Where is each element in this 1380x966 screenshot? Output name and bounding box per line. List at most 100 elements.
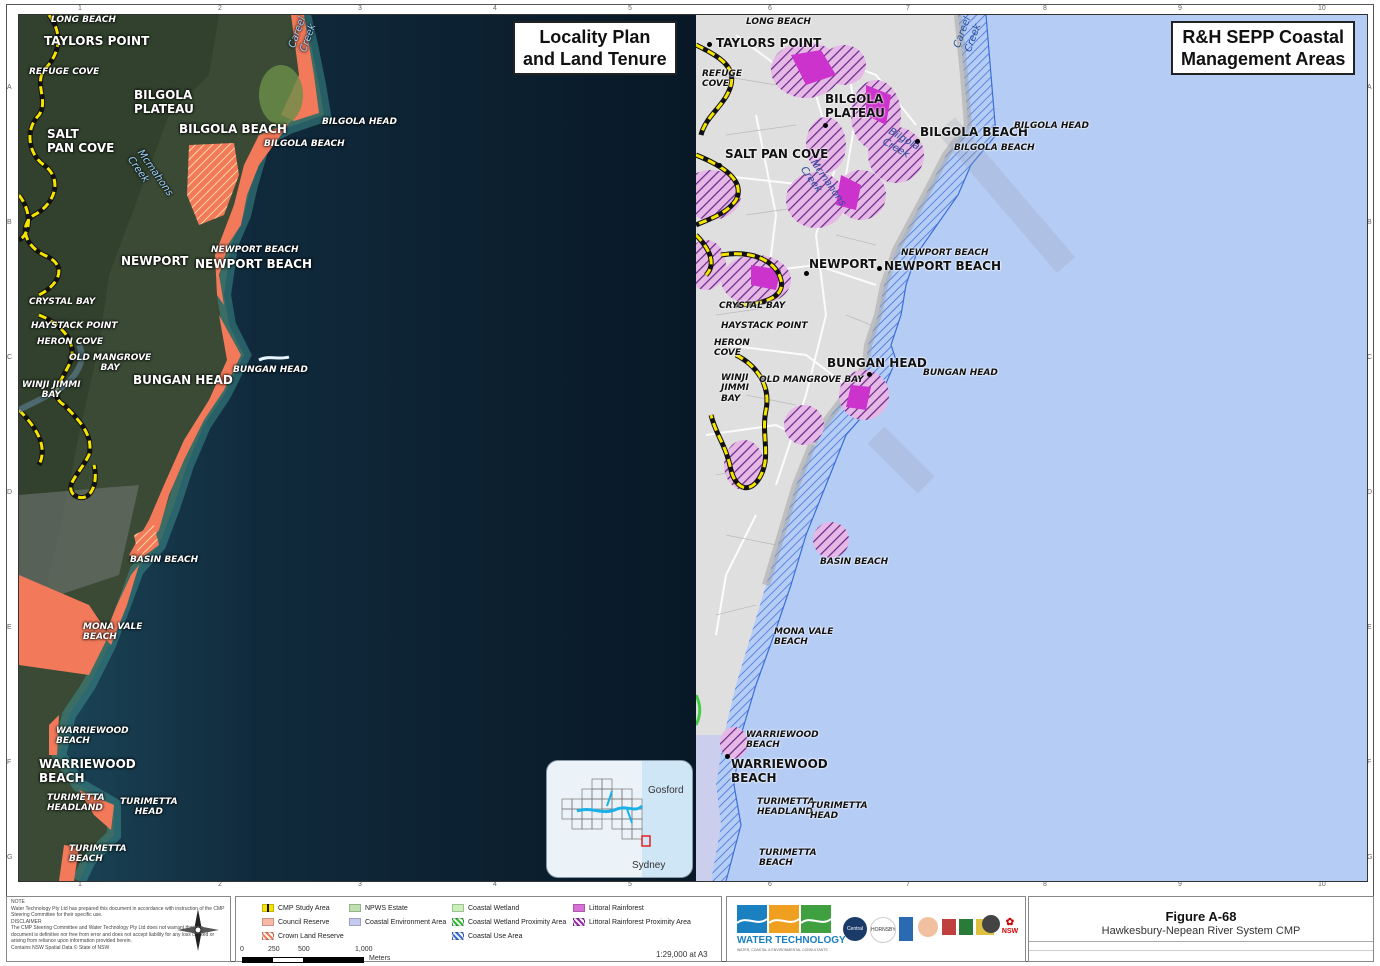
swatch-crown-land [262, 932, 274, 940]
place-dot [867, 372, 872, 377]
label-bilgola-head: BILGOLA HEAD [1014, 121, 1089, 131]
label-bilgola-beach-small: BILGOLA BEACH [954, 143, 1035, 153]
notes-box: NOTE Water Technology Pty Ltd has prepar… [6, 896, 231, 962]
label-heron-cove: HERON COVE [714, 338, 750, 359]
label-haystack-point: HAYSTACK POINT [31, 321, 118, 331]
swatch-coastal-wetland [452, 904, 464, 912]
label-turimetta-headland: TURIMETTA HEADLAND [47, 793, 105, 814]
label-bilgola-plateau: BILGOLA PLATEAU [134, 88, 194, 116]
label-warriewood-beach-small: WARRIEWOOD BEACH [56, 726, 129, 747]
legend-item-littoral: Littoral Rainforest [573, 904, 644, 912]
place-dot [823, 123, 828, 128]
label-bungan-head-small: BUNGAN HEAD [233, 365, 308, 375]
swatch-littoral-proximity [573, 918, 585, 926]
label-newport-beach-small: NEWPORT BEACH [901, 248, 989, 258]
label-bilgola-plateau: BILGOLA PLATEAU [825, 92, 885, 120]
map-area[interactable]: Locality Plan and Land Tenure LONG BEACH… [18, 14, 1368, 882]
label-bilgola-head: BILGOLA HEAD [322, 117, 397, 127]
locality-map-title: Locality Plan and Land Tenure [513, 21, 677, 75]
label-refuge-cove: REFUGE COVE [702, 69, 743, 90]
label-taylors-point: TAYLORS POINT [44, 34, 150, 48]
legend-item-study-area: CMP Study Area [262, 904, 330, 912]
partner-logo-icon [959, 919, 973, 935]
label-mona-vale-beach: MONA VALE BEACH [83, 622, 143, 643]
grid-ruler-bottom: 1 2 3 4 5 6 7 8 9 10 [78, 881, 1326, 888]
inset-label-gosford: Gosford [648, 785, 684, 796]
legend-box: CMP Study Area Council Reserve Crown Lan… [235, 896, 722, 963]
sepp-map-title: R&H SEPP Coastal Management Areas [1171, 21, 1356, 75]
locality-map-panel[interactable]: Locality Plan and Land Tenure LONG BEACH… [19, 15, 696, 881]
legend-bar: NOTE Water Technology Pty Ltd has prepar… [6, 896, 1374, 963]
label-winji-jimmi-bay: WINJI JIMMI BAY [22, 380, 81, 401]
legend-item-npws: NPWS Estate [349, 904, 408, 912]
place-dot [707, 42, 712, 47]
label-bungan-head-small: BUNGAN HEAD [923, 368, 998, 378]
label-bilgola-beach: BILGOLA BEACH [920, 125, 1028, 139]
swatch-npws [349, 904, 361, 912]
grid-ruler-right: A B C D E F G [1367, 84, 1373, 861]
label-crystal-bay: CRYSTAL BAY [29, 297, 96, 307]
label-bungan-head: BUNGAN HEAD [133, 373, 233, 387]
logos-box: WATER TECHNOLOGY WATER, COASTAL & ENVIRO… [726, 896, 1026, 962]
label-old-mangrove-bay: OLD MANGROVE BAY [69, 353, 152, 374]
label-warriewood-beach: WARRIEWOOD BEACH [731, 757, 828, 785]
legend-item-coastal-use: Coastal Use Area [452, 932, 522, 940]
label-basin-beach: BASIN BEACH [820, 557, 889, 567]
aerial-imagery [19, 15, 696, 881]
sepp-map-panel[interactable]: R&H SEPP Coastal Management Areas LONG B… [696, 15, 1367, 881]
label-crystal-bay: CRYSTAL BAY [719, 301, 786, 311]
partner-logo-icon [899, 917, 913, 941]
swatch-wetland-proximity [452, 918, 464, 926]
hornsby-logo: HORNSBY [870, 917, 896, 943]
place-dot [877, 266, 882, 271]
water-technology-name: WATER TECHNOLOGY [737, 935, 846, 946]
legend-item-council-reserve: Council Reserve [262, 918, 329, 926]
swatch-study-area [262, 904, 274, 912]
label-turimetta-beach: TURIMETTA BEACH [69, 844, 127, 865]
figure-title-box: Figure A-68 Hawkesbury-Nepean River Syst… [1028, 896, 1374, 962]
legend-item-wetland-proximity: Coastal Wetland Proximity Area [452, 918, 566, 926]
title-block-table [1029, 941, 1373, 962]
partner-logo-icon [982, 915, 1000, 933]
swatch-coastal-use [452, 932, 464, 940]
figure-title: Figure A-68 [1165, 909, 1237, 924]
label-turimetta-head: TURIMETTA HEAD [810, 801, 868, 822]
label-newport-beach: NEWPORT BEACH [884, 259, 1002, 273]
label-turimetta-beach: TURIMETTA BEACH [759, 848, 817, 869]
place-dot [717, 163, 722, 168]
label-winji-jimmi-bay: WINJI JIMMI BAY [721, 373, 749, 404]
place-dot [725, 754, 730, 759]
label-warriewood-beach-small: WARRIEWOOD BEACH [746, 730, 819, 751]
label-haystack-point: HAYSTACK POINT [721, 321, 808, 331]
legend-item-littoral-proximity: Littoral Rainforest Proximity Area [573, 918, 691, 926]
inset-label-sydney: Sydney [632, 860, 666, 871]
label-old-mangrove-bay: OLD MANGROVE BAY [759, 375, 864, 385]
swatch-council-reserve [262, 918, 274, 926]
label-long-beach: LONG BEACH [746, 17, 811, 27]
partner-logo-icon [918, 917, 938, 937]
label-heron-cove: HERON COVE [37, 337, 103, 347]
label-bilgola-beach: BILGOLA BEACH [179, 122, 287, 136]
scale-ratio: 1:29,000 at A3 [656, 950, 708, 959]
north-arrow-icon [177, 909, 219, 951]
swatch-coastal-environment [349, 918, 361, 926]
swatch-littoral [573, 904, 585, 912]
label-bilgola-beach-small: BILGOLA BEACH [264, 139, 345, 149]
water-technology-tagline: WATER, COASTAL & ENVIRONMENTAL CONSULTAN… [737, 948, 828, 952]
label-mona-vale-beach: MONA VALE BEACH [774, 627, 834, 648]
scale-bar-graphic [242, 957, 364, 963]
figure-subtitle: Hawkesbury-Nepean River System CMP [1101, 925, 1301, 937]
inset-overview-map[interactable]: Gosford Sydney [546, 760, 693, 878]
title-block-divider [1029, 950, 1373, 951]
label-newport: NEWPORT [809, 257, 877, 271]
label-salt-pan-cove: SALT PAN COVE [47, 127, 115, 155]
label-refuge-cove: REFUGE COVE [29, 67, 100, 77]
nsw-logo: ✿ NSW [999, 917, 1021, 941]
legend-item-crown-land: Crown Land Reserve [262, 932, 344, 940]
label-turimetta-headland: TURIMETTA HEADLAND [757, 797, 815, 818]
label-taylors-point: TAYLORS POINT [716, 36, 822, 50]
label-newport: NEWPORT [121, 254, 189, 268]
label-newport-beach-small: NEWPORT BEACH [211, 245, 299, 255]
label-turimetta-head: TURIMETTA HEAD [120, 797, 178, 818]
label-warriewood-beach: WARRIEWOOD BEACH [39, 757, 136, 785]
